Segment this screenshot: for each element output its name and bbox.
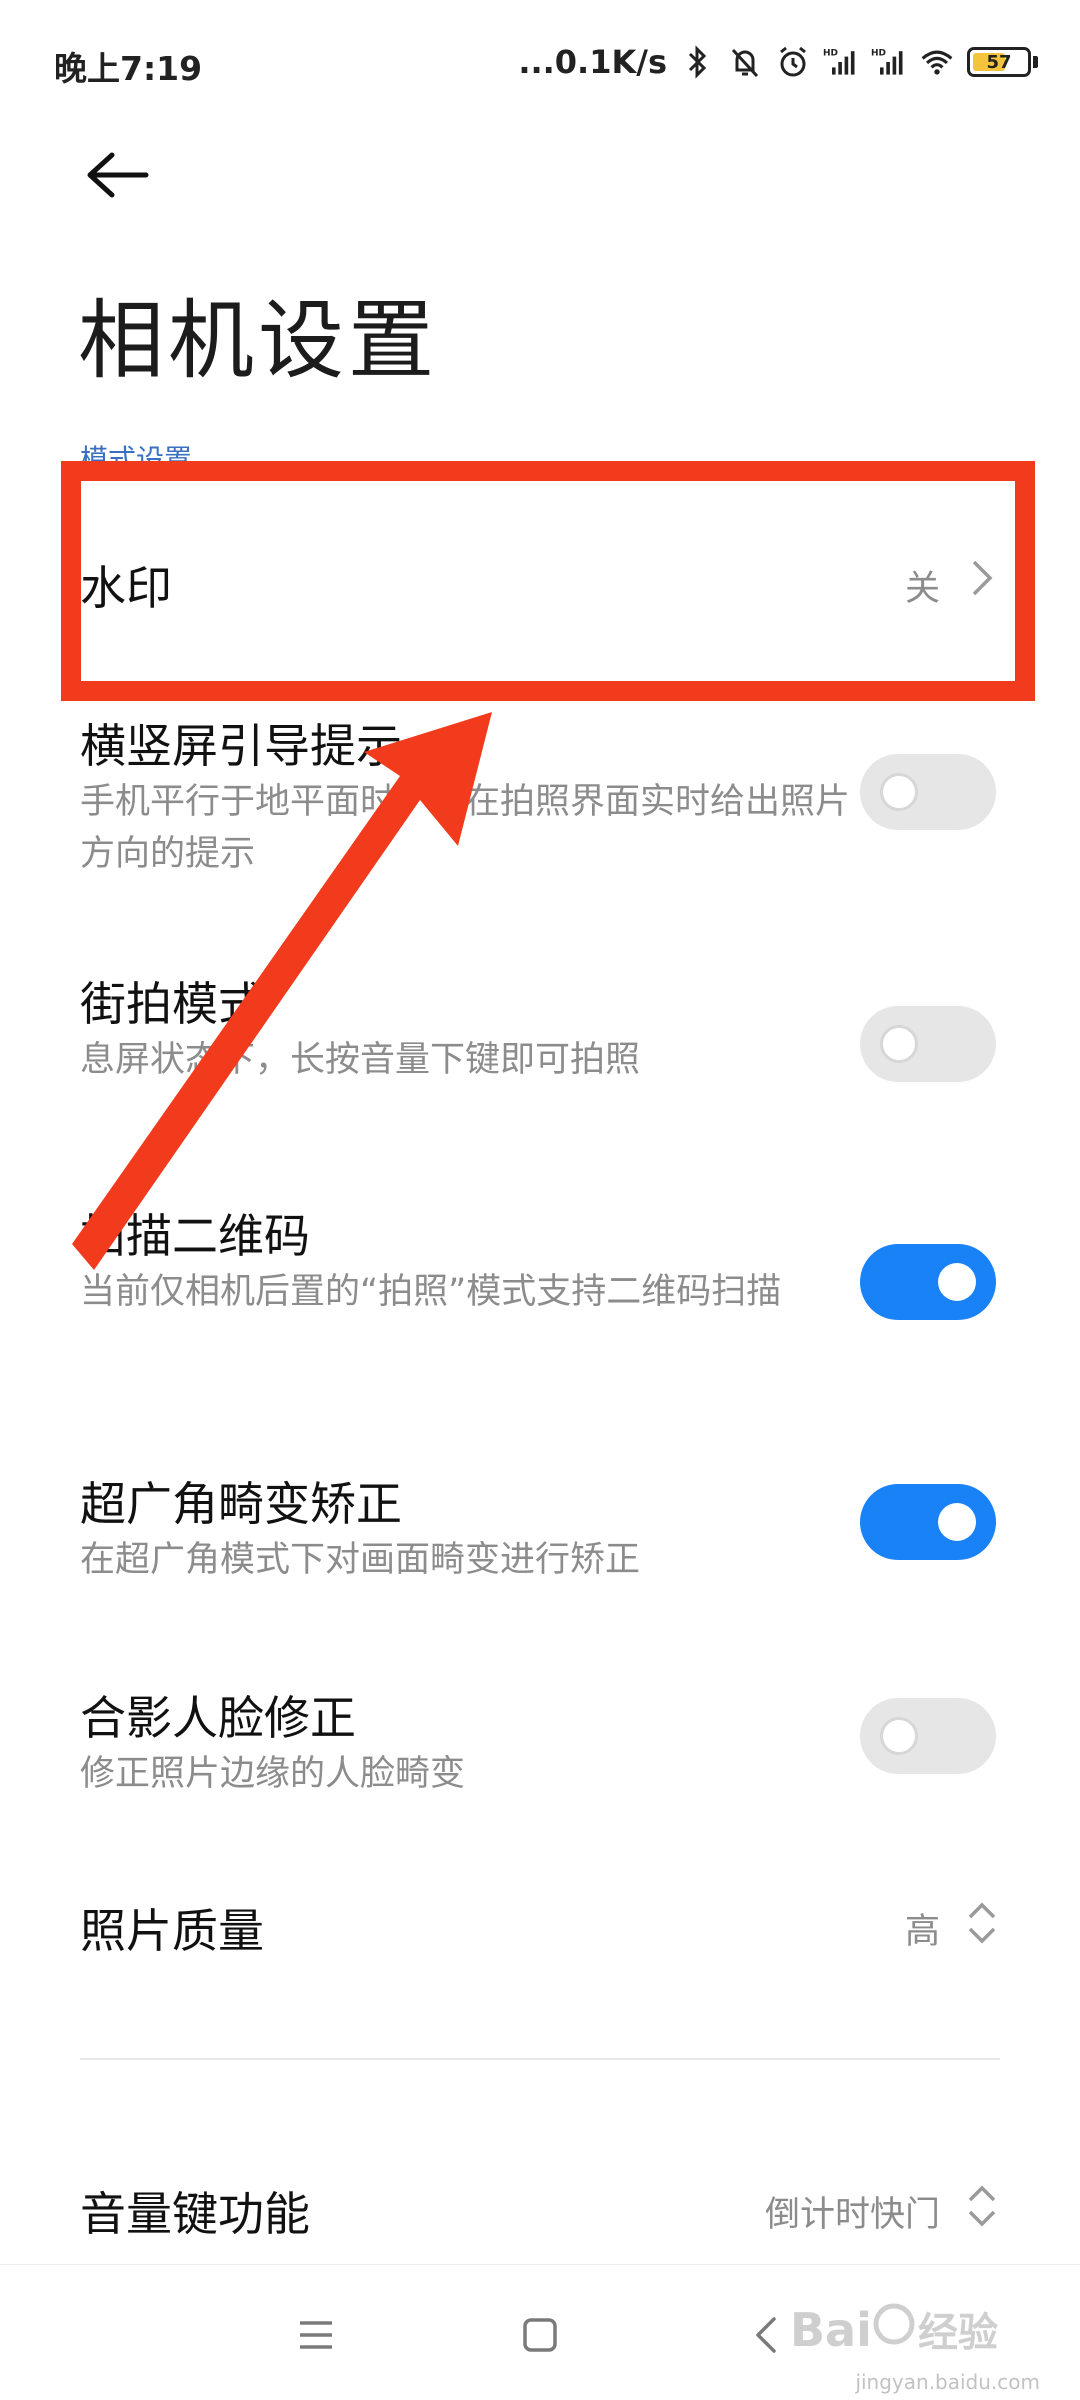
toggle-switch[interactable] <box>860 1244 996 1320</box>
setting-description: 息屏状态下，长按音量下键即可拍照 <box>80 1040 641 1080</box>
bluetooth-icon <box>688 45 707 79</box>
setting-description: 修正照片边缘的人脸畸变 <box>80 1754 466 1794</box>
setting-row-orientation-hint[interactable]: 横竖屏引导提示 手机平行于地平面时，会在拍照界面实时给出照片方向的提示 <box>0 710 1080 890</box>
setting-title: 超广角畸变矫正 <box>80 1477 402 1531</box>
signal-hd-icon-2: HD <box>871 49 903 75</box>
svg-text:Bai: Bai <box>790 2303 872 2357</box>
section-divider <box>80 2058 1000 2060</box>
setting-title: 街拍模式 <box>80 977 264 1031</box>
baidu-watermark-logo: Bai 经验 <box>790 2303 998 2357</box>
setting-title: 音量键功能 <box>80 2187 310 2241</box>
mute-bell-icon <box>731 48 759 78</box>
setting-row-photo-quality[interactable]: 照片质量 高 <box>0 1895 1080 1995</box>
setting-row-group-face-correction[interactable]: 合影人脸修正 修正照片边缘的人脸畸变 <box>0 1682 1080 1822</box>
signal-hd-icon: HD <box>823 49 855 75</box>
alarm-icon <box>780 46 806 77</box>
home-icon[interactable] <box>512 2307 568 2363</box>
wifi-icon <box>921 50 953 75</box>
svg-text:经验: 经验 <box>918 2310 998 2356</box>
toggle-switch[interactable] <box>860 1698 996 1774</box>
setting-row-volume-key[interactable]: 音量键功能 倒计时快门 <box>0 2178 1080 2268</box>
chevron-up-down-icon <box>968 1902 996 1944</box>
svg-text:HD: HD <box>871 49 886 59</box>
setting-description: 当前仅相机后置的“拍照”模式支持二维码扫描 <box>80 1272 782 1312</box>
setting-row-qr-scan[interactable]: 扫描二维码 当前仅相机后置的“拍照”模式支持二维码扫描 <box>0 1200 1080 1380</box>
chevron-up-down-icon <box>968 2185 996 2227</box>
battery-tip <box>1033 56 1038 68</box>
battery-icon: 57 <box>967 47 1031 77</box>
back-icon[interactable] <box>740 2307 796 2363</box>
network-speed: ...0.1K/s <box>518 43 667 81</box>
setting-title: 合影人脸修正 <box>80 1691 356 1745</box>
toggle-switch[interactable] <box>860 1484 996 1560</box>
battery-level: 57 <box>986 51 1012 73</box>
setting-title: 横竖屏引导提示 <box>80 719 402 773</box>
status-icons: ...0.1K/s HD HD 57 <box>518 40 1038 84</box>
toggle-switch[interactable] <box>860 754 996 830</box>
setting-value: 高 <box>904 1912 940 1952</box>
annotation-highlight-box <box>61 461 1035 701</box>
status-bar: 晚上7:19 ...0.1K/s HD HD 57 <box>0 0 1080 130</box>
setting-description: 手机平行于地平面时，会在拍照界面实时给出照片方向的提示 <box>80 782 851 874</box>
setting-row-street-mode[interactable]: 街拍模式 息屏状态下，长按音量下键即可拍照 <box>0 968 1080 1108</box>
watermark-url: jingyan.baidu.com <box>855 2370 1040 2394</box>
toggle-switch[interactable] <box>860 1006 996 1082</box>
page-title: 相机设置 <box>78 291 438 391</box>
status-time: 晚上7:19 <box>54 49 203 88</box>
setting-row-ultrawide-correction[interactable]: 超广角畸变矫正 在超广角模式下对画面畸变进行矫正 <box>0 1468 1080 1608</box>
setting-title: 扫描二维码 <box>80 1209 310 1263</box>
back-arrow-icon[interactable] <box>78 145 158 205</box>
setting-title: 照片质量 <box>80 1904 264 1958</box>
menu-icon[interactable] <box>288 2307 344 2363</box>
setting-description: 在超广角模式下对画面畸变进行矫正 <box>80 1540 641 1580</box>
svg-text:HD: HD <box>823 49 838 59</box>
setting-value: 倒计时快门 <box>764 2195 940 2235</box>
